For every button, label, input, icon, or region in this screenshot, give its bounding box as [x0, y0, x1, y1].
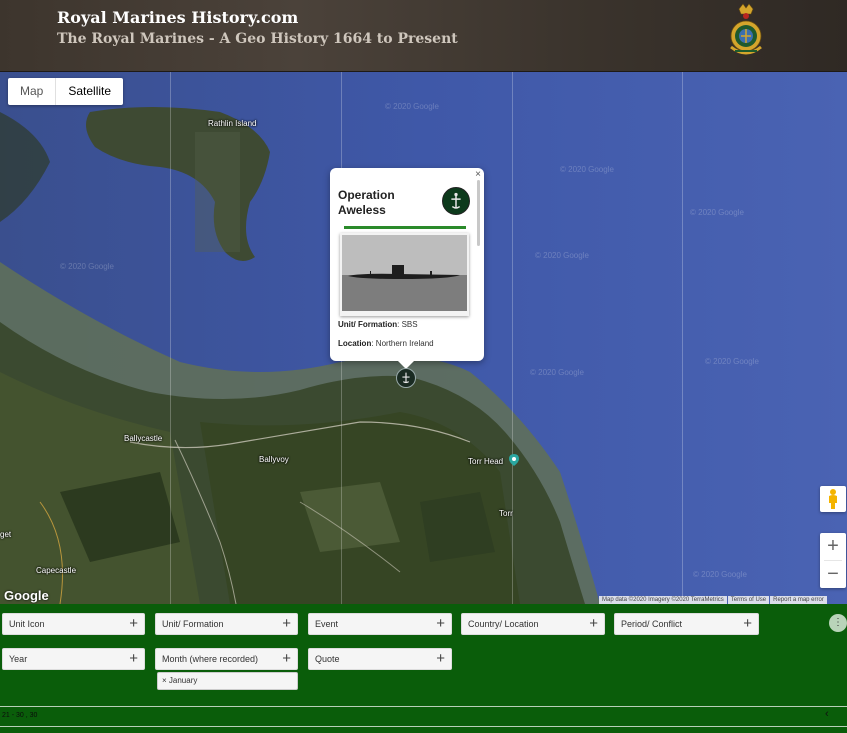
- filter-unit-formation[interactable]: Unit/ Formation +: [155, 613, 298, 635]
- site-subtitle: The Royal Marines - A Geo History 1664 t…: [57, 31, 458, 47]
- filter-country-location[interactable]: Country/ Location +: [461, 613, 605, 635]
- report-error-link[interactable]: Report a map error: [770, 596, 827, 604]
- google-logo[interactable]: Google: [4, 588, 49, 603]
- filter-label: Event: [315, 619, 339, 629]
- map-canvas[interactable]: © 2020 Google © 2020 Google © 2020 Googl…: [0, 72, 847, 604]
- filter-label: Quote: [315, 654, 340, 664]
- add-icon[interactable]: +: [282, 649, 291, 669]
- poi-pin-icon[interactable]: [509, 454, 519, 466]
- map-type-control: Map Satellite: [8, 78, 124, 105]
- divider: [0, 706, 847, 707]
- add-icon[interactable]: +: [282, 614, 291, 634]
- more-options-button[interactable]: ⋮: [829, 614, 847, 632]
- pagination-info: 21 - 30 , 30: [2, 712, 38, 719]
- map-attribution: Map data ©2020 Imagery ©2020 TerraMetric…: [599, 596, 828, 604]
- filter-year[interactable]: Year +: [2, 648, 145, 670]
- info-window: × Operation Aweless Unit/ Formation: SBS…: [330, 168, 484, 369]
- map-watermark: © 2020 Google: [560, 165, 614, 174]
- info-scrollbar[interactable]: [477, 180, 480, 246]
- info-unit-line: Unit/ Formation: SBS: [338, 320, 418, 329]
- filter-label: Year: [9, 654, 28, 664]
- filter-event[interactable]: Event +: [308, 613, 452, 635]
- unit-marker-icon[interactable]: [396, 368, 416, 388]
- street-view-icon: [829, 489, 837, 509]
- site-header: Royal Marines History.com The Royal Mari…: [0, 0, 847, 72]
- filter-label: Unit Icon: [9, 619, 45, 629]
- add-icon[interactable]: +: [129, 614, 138, 634]
- royal-marines-crest-icon: [730, 3, 762, 55]
- place-label-rathlin: Rathlin Island: [208, 119, 257, 128]
- map-watermark: © 2020 Google: [530, 368, 584, 377]
- zoom-out-button[interactable]: −: [820, 561, 846, 588]
- place-label-ballyvoy: Ballyvoy: [259, 455, 289, 464]
- tag-label: January: [168, 676, 198, 685]
- map-type-map-button[interactable]: Map: [8, 78, 55, 105]
- map-watermark: © 2020 Google: [535, 251, 589, 260]
- close-icon[interactable]: ×: [475, 169, 481, 180]
- map-watermark: © 2020 Google: [693, 570, 747, 579]
- selected-month-tag: × January: [157, 672, 298, 690]
- add-icon[interactable]: +: [436, 614, 445, 634]
- map-data-credit: Map data ©2020 Imagery ©2020 TerraMetric…: [599, 596, 727, 604]
- zoom-in-button[interactable]: +: [820, 533, 846, 560]
- filter-period-conflict[interactable]: Period/ Conflict +: [614, 613, 759, 635]
- map-watermark: © 2020 Google: [60, 262, 114, 271]
- info-location-line: Location: Northern Ireland: [338, 339, 434, 348]
- divider: [0, 726, 847, 727]
- info-location-label: Location: [338, 339, 372, 348]
- info-unit-value: SBS: [401, 320, 418, 329]
- site-title[interactable]: Royal Marines History.com: [57, 8, 298, 27]
- add-icon[interactable]: +: [129, 649, 138, 669]
- info-title: Operation Aweless: [338, 188, 395, 217]
- filter-panel: Unit Icon + Unit/ Formation + Event + Count…: [0, 604, 847, 733]
- filter-label: Unit/ Formation: [162, 619, 224, 629]
- pegman-icon[interactable]: [820, 486, 846, 512]
- info-unit-label: Unit/ Formation: [338, 320, 398, 329]
- filter-unit-icon[interactable]: Unit Icon +: [2, 613, 145, 635]
- tile-seam: [170, 72, 171, 604]
- add-icon[interactable]: +: [589, 614, 598, 634]
- app-root: Royal Marines History.com The Royal Mari…: [0, 0, 847, 733]
- info-location-value: Northern Ireland: [375, 339, 434, 348]
- terms-link[interactable]: Terms of Use: [727, 596, 770, 604]
- add-icon[interactable]: +: [436, 649, 445, 669]
- map-watermark: © 2020 Google: [385, 102, 439, 111]
- place-label-torr-head: Torr Head: [468, 457, 504, 466]
- add-icon[interactable]: +: [743, 614, 752, 634]
- place-label-capecastle: Capecastle: [36, 566, 77, 575]
- place-label-ballycastle: Ballycastle: [124, 434, 163, 443]
- place-label-partial: get: [0, 530, 12, 539]
- place-label-torr: Torr: [499, 509, 513, 518]
- remove-tag-icon[interactable]: ×: [162, 676, 167, 685]
- map-watermark: © 2020 Google: [705, 357, 759, 366]
- zoom-control: + −: [820, 533, 846, 588]
- submarine-photo: [340, 233, 469, 316]
- filter-quote[interactable]: Quote +: [308, 648, 452, 670]
- tile-seam: [512, 72, 513, 604]
- filter-label: Country/ Location: [468, 619, 539, 629]
- map-watermark: © 2020 Google: [690, 208, 744, 217]
- unit-badge-icon: [442, 187, 470, 215]
- filter-month[interactable]: Month (where recorded) +: [155, 648, 298, 670]
- tile-seam: [682, 72, 683, 604]
- info-divider: [344, 226, 466, 229]
- filter-label: Month (where recorded): [162, 654, 259, 664]
- prev-page-icon[interactable]: ‹: [825, 708, 829, 720]
- map-type-satellite-button[interactable]: Satellite: [56, 78, 123, 105]
- filter-label: Period/ Conflict: [621, 619, 683, 629]
